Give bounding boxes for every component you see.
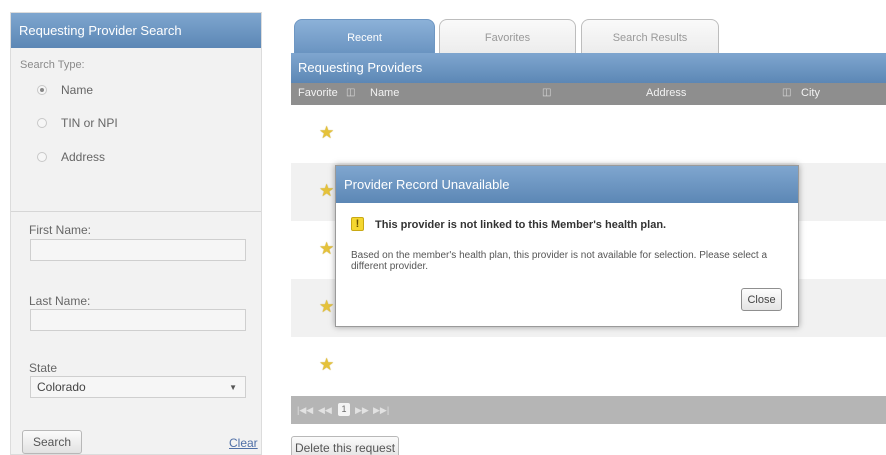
tab-search-results[interactable]: Search Results: [581, 19, 719, 53]
radio-name-label: Name: [61, 83, 94, 97]
column-sort-icon[interactable]: ◫: [346, 87, 355, 98]
table-row[interactable]: ★: [291, 105, 886, 163]
dialog-warning-text: This provider is not linked to this Memb…: [375, 219, 667, 231]
search-button[interactable]: Search: [22, 430, 82, 454]
state-label: State: [29, 361, 58, 375]
search-type-name-option[interactable]: Name: [37, 82, 93, 98]
dialog-title: Provider Record Unavailable: [336, 166, 798, 203]
provider-unavailable-dialog: Provider Record Unavailable ! This provi…: [335, 165, 799, 327]
warning-icon: !: [351, 217, 364, 231]
radio-name[interactable]: [37, 85, 47, 95]
pager-first-icon[interactable]: |◀◀: [297, 405, 313, 416]
favorite-star-icon[interactable]: ★: [319, 123, 334, 143]
panel-divider: [11, 211, 261, 212]
pager-next-icon[interactable]: ▶▶: [355, 405, 369, 416]
provider-search-panel: Requesting Provider Search Search Type: …: [10, 12, 262, 455]
table-row[interactable]: ★: [291, 337, 886, 395]
pager-current-page[interactable]: 1: [338, 403, 350, 416]
radio-tin-npi-label: TIN or NPI: [61, 116, 118, 130]
first-name-label: First Name:: [29, 223, 92, 237]
favorite-star-icon[interactable]: ★: [319, 355, 334, 375]
pager-last-icon[interactable]: ▶▶|: [373, 405, 389, 416]
radio-address[interactable]: [37, 152, 47, 162]
pager-prev-icon[interactable]: ◀◀: [318, 405, 332, 416]
first-name-input[interactable]: [30, 239, 246, 261]
state-select[interactable]: Colorado ▼: [30, 376, 246, 398]
close-button[interactable]: Close: [741, 288, 782, 311]
search-type-address-option[interactable]: Address: [37, 149, 105, 165]
chevron-down-icon: ▼: [229, 382, 237, 392]
grid-pager: |◀◀ ◀◀ 1 ▶▶ ▶▶|: [291, 396, 886, 424]
column-address[interactable]: Address: [646, 87, 686, 99]
search-type-label: Search Type:: [20, 59, 85, 71]
favorite-star-icon[interactable]: ★: [319, 181, 334, 201]
radio-tin-npi[interactable]: [37, 118, 47, 128]
dialog-message: Based on the member's health plan, this …: [351, 250, 768, 272]
last-name-input[interactable]: [30, 309, 246, 331]
last-name-label: Last Name:: [29, 294, 91, 308]
favorite-star-icon[interactable]: ★: [319, 239, 334, 259]
state-select-value: Colorado: [37, 380, 86, 394]
column-favorite[interactable]: Favorite: [298, 87, 338, 99]
clear-link[interactable]: Clear: [229, 436, 258, 450]
search-type-tin-option[interactable]: TIN or NPI: [37, 115, 118, 131]
tab-favorites[interactable]: Favorites: [439, 19, 576, 53]
column-sort-icon[interactable]: ◫: [542, 87, 551, 98]
column-city[interactable]: City: [801, 87, 820, 99]
search-panel-title: Requesting Provider Search: [11, 13, 261, 48]
radio-address-label: Address: [61, 150, 106, 164]
column-sort-icon[interactable]: ◫: [782, 87, 791, 98]
column-name[interactable]: Name: [370, 87, 399, 99]
tab-recent[interactable]: Recent: [294, 19, 435, 53]
grid-column-header: Favorite ◫ Name ◫ Address ◫ City: [291, 83, 886, 105]
favorite-star-icon[interactable]: ★: [319, 297, 334, 317]
requesting-providers-title: Requesting Providers: [291, 53, 886, 83]
delete-request-button[interactable]: Delete this request: [291, 436, 399, 455]
